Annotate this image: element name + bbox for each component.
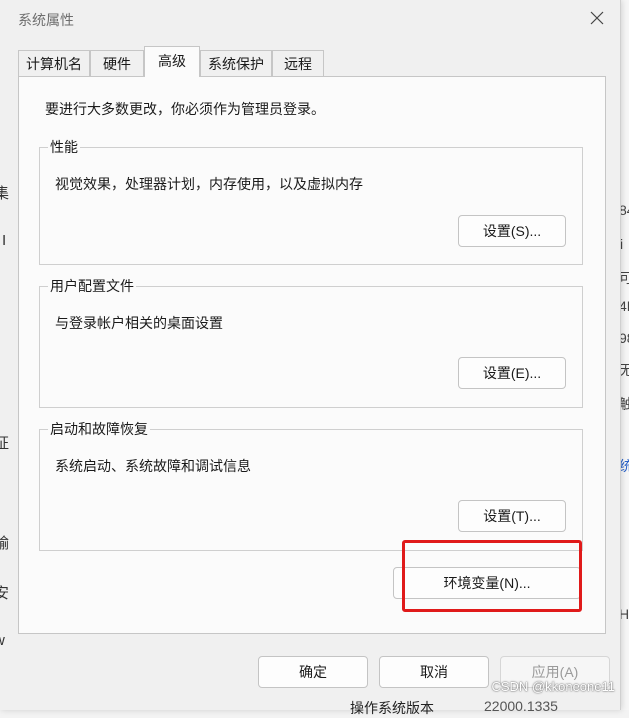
- tab-system-protection[interactable]: 系统保护: [200, 50, 272, 76]
- title-bar: 系统属性: [0, 0, 620, 36]
- close-button[interactable]: [574, 0, 620, 36]
- group-description: 系统启动、系统故障和调试信息: [55, 458, 251, 474]
- user-profiles-group: 用户配置文件 与登录帐户相关的桌面设置 设置(E)...: [39, 277, 583, 408]
- system-properties-dialog: 系统属性 集 I 证 输 安 w 计算机名 硬件 高级 系统保护 远程 要进行大…: [0, 0, 621, 710]
- bg-text: I: [2, 232, 7, 249]
- bg-text: 集: [0, 185, 10, 202]
- admin-note: 要进行大多数更改，你必须作为管理员登录。: [45, 101, 325, 117]
- tab-remote[interactable]: 远程: [272, 50, 324, 76]
- tab-hardware[interactable]: 硬件: [90, 50, 144, 76]
- window-title: 系统属性: [18, 12, 74, 28]
- group-description: 视觉效果，处理器计划，内存使用，以及虚拟内存: [55, 176, 363, 192]
- bg-text: 证: [0, 435, 10, 452]
- performance-settings-button[interactable]: 设置(S)...: [458, 215, 566, 247]
- bg-text: 输: [0, 535, 10, 552]
- tab-advanced[interactable]: 高级: [144, 46, 200, 77]
- cancel-button[interactable]: 取消: [379, 656, 489, 688]
- startup-recovery-group: 启动和故障恢复 系统启动、系统故障和调试信息 设置(T)...: [39, 420, 583, 551]
- group-title: 启动和故障恢复: [48, 420, 150, 438]
- highlight-box: [402, 540, 582, 612]
- bg-text: 安: [0, 585, 10, 602]
- close-icon: [590, 11, 604, 25]
- bg-text: w: [0, 632, 5, 649]
- ok-button[interactable]: 确定: [258, 656, 368, 688]
- group-title: 用户配置文件: [48, 277, 136, 295]
- startup-recovery-settings-button[interactable]: 设置(T)...: [458, 500, 566, 532]
- watermark: CSDN @kkoneone11: [491, 679, 615, 694]
- group-title: 性能: [48, 138, 80, 156]
- tab-computer-name[interactable]: 计算机名: [18, 50, 90, 76]
- bg-os-version-value: 22000.1335: [484, 698, 558, 714]
- user-profiles-settings-button[interactable]: 设置(E)...: [458, 357, 566, 389]
- bg-os-version-label: 操作系统版本: [350, 700, 434, 716]
- performance-group: 性能 视觉效果，处理器计划，内存使用，以及虚拟内存 设置(S)...: [39, 138, 583, 265]
- group-description: 与登录帐户相关的桌面设置: [55, 315, 223, 331]
